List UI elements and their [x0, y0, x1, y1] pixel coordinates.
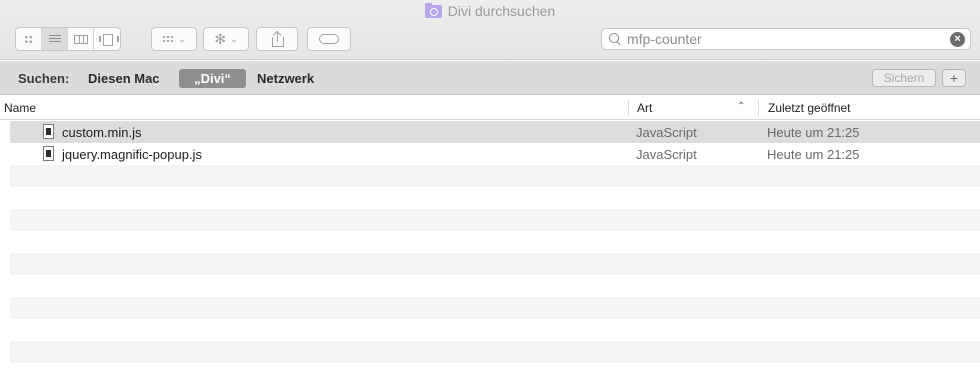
- arrange-button[interactable]: ⌄: [151, 27, 197, 51]
- cover-flow-button[interactable]: [94, 28, 120, 50]
- list-view-button[interactable]: [42, 28, 68, 50]
- tag-button[interactable]: [307, 27, 351, 51]
- search-icon: [609, 33, 621, 45]
- file-name: custom.min.js: [62, 125, 142, 140]
- empty-row: [10, 187, 980, 209]
- column-date[interactable]: Zuletzt geöffnet: [768, 101, 851, 115]
- scope-network[interactable]: Netzwerk: [257, 71, 314, 86]
- scope-divi[interactable]: „Divi“: [179, 69, 246, 88]
- gear-icon: ✻: [214, 30, 227, 47]
- file-date: Heute um 21:25: [767, 147, 860, 162]
- file-row-custom-min-js[interactable]: custom.min.js JavaScript Heute um 21:25: [10, 121, 980, 143]
- file-kind: JavaScript: [636, 125, 697, 140]
- column-name[interactable]: Name: [4, 101, 36, 115]
- file-list: custom.min.js JavaScript Heute um 21:25 …: [0, 121, 980, 372]
- empty-row: [10, 209, 980, 231]
- javascript-file-icon: [43, 124, 54, 139]
- column-kind[interactable]: Art: [637, 101, 652, 115]
- chevron-down-icon: ⌄: [230, 33, 238, 44]
- columns-icon: [73, 34, 88, 44]
- empty-row: [10, 231, 980, 253]
- sort-ascending-icon: ⌃: [737, 101, 746, 112]
- add-criteria-button[interactable]: +: [942, 69, 966, 87]
- file-kind: JavaScript: [636, 147, 697, 162]
- view-mode-selector: [15, 27, 121, 51]
- scope-label: Suchen:: [18, 71, 70, 86]
- grid-icon: [24, 34, 33, 44]
- column-divider[interactable]: [628, 100, 629, 116]
- share-button[interactable]: [256, 27, 298, 51]
- clear-search-icon[interactable]: ×: [950, 31, 965, 47]
- chevron-down-icon: ⌄: [178, 33, 186, 44]
- list-icon: [48, 34, 61, 44]
- file-row-jquery-magnific-popup-js[interactable]: jquery.magnific-popup.js JavaScript Heut…: [10, 143, 980, 165]
- scope-this-mac[interactable]: Diesen Mac: [88, 71, 160, 86]
- empty-row: [10, 253, 980, 275]
- javascript-file-icon: [43, 146, 54, 161]
- cover-flow-icon: [99, 34, 119, 46]
- arrange-icon: [162, 35, 175, 43]
- window-title: Divi durchsuchen: [0, 2, 980, 20]
- empty-row: [10, 275, 980, 297]
- action-button[interactable]: ✻ ⌄: [203, 27, 249, 51]
- toolbar: Divi durchsuchen ⌄ ✻⌄ ×: [0, 0, 980, 60]
- file-name: jquery.magnific-popup.js: [62, 147, 202, 162]
- column-view-button[interactable]: [68, 28, 94, 50]
- empty-row: [10, 165, 980, 187]
- share-icon: [271, 30, 284, 47]
- column-header: Name Art ⌃ Zuletzt geöffnet: [0, 96, 980, 120]
- icon-view-button[interactable]: [16, 28, 42, 50]
- file-date: Heute um 21:25: [767, 125, 860, 140]
- column-divider[interactable]: [758, 100, 759, 116]
- search-scope-bar: Suchen: Diesen Mac „Divi“ Netzwerk Siche…: [0, 61, 980, 95]
- window-title-text: Divi durchsuchen: [447, 3, 556, 19]
- search-input[interactable]: [627, 31, 950, 47]
- empty-row: [10, 341, 980, 363]
- tag-icon: [319, 34, 339, 44]
- empty-row: [10, 297, 980, 319]
- folder-icon: [424, 2, 442, 18]
- search-field[interactable]: ×: [601, 28, 971, 50]
- save-search-button[interactable]: Sichern: [872, 69, 936, 87]
- empty-row: [10, 319, 980, 341]
